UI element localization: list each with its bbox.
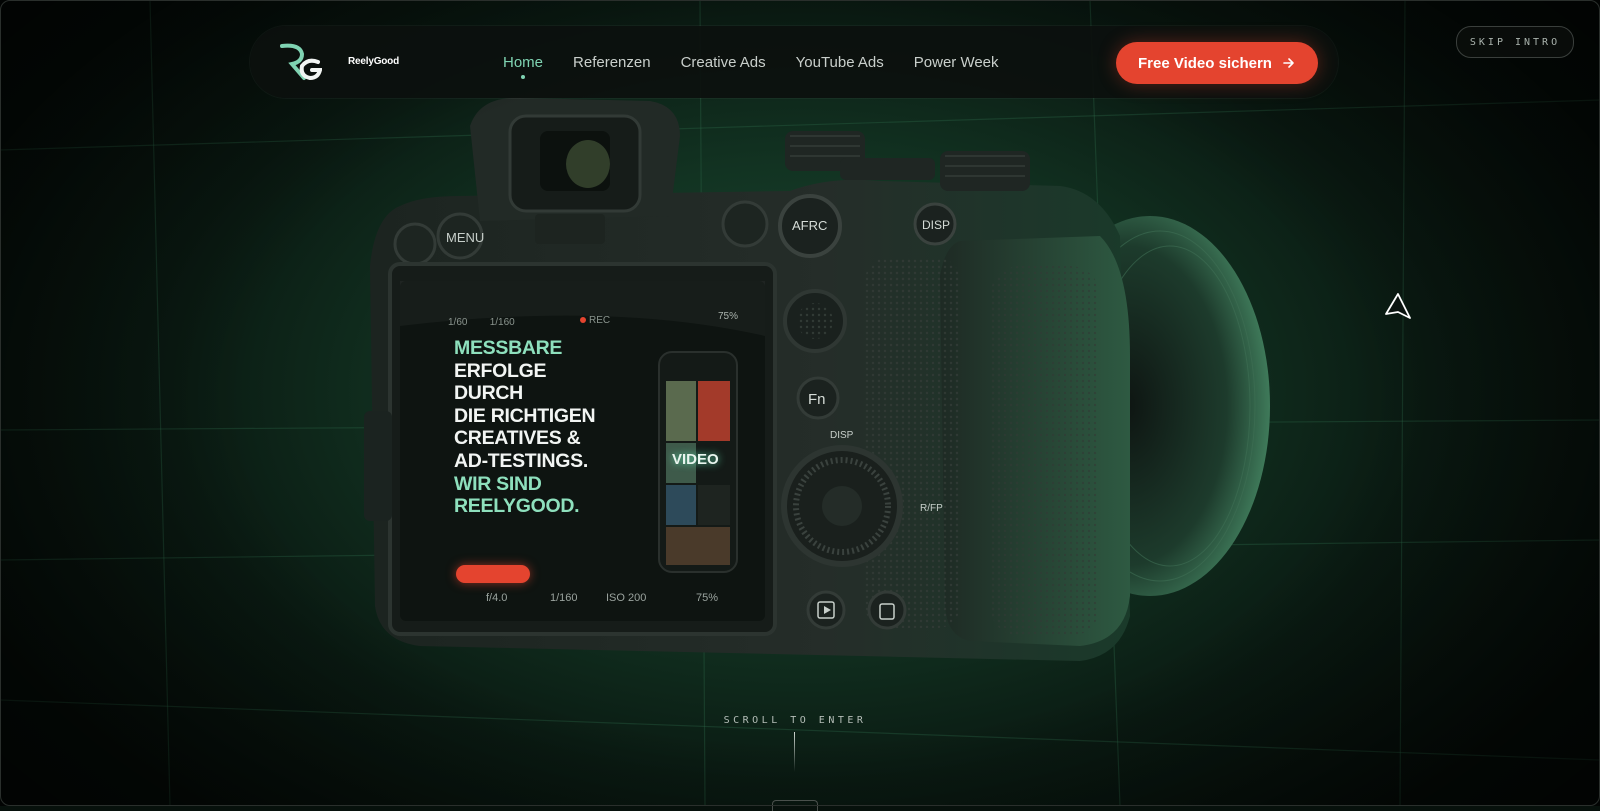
top-navigation: ReelyGood Home Referenzen Creative Ads Y… xyxy=(250,26,1338,98)
active-indicator-dot xyxy=(521,75,525,79)
skip-intro-button[interactable]: SKIP INTRO xyxy=(1456,26,1574,58)
brand-name-part2: Good xyxy=(373,56,400,67)
brand-name[interactable]: ReelyGood xyxy=(348,56,399,67)
rec-indicator: REC xyxy=(580,315,610,326)
nav-item-youtube-ads[interactable]: YouTube Ads xyxy=(796,54,884,71)
scroll-label: SCROLL TO ENTER xyxy=(723,715,867,726)
headline-line: ERFOLGE xyxy=(454,359,547,382)
brand-logo-icon[interactable] xyxy=(278,42,322,82)
nav-item-referenzen[interactable]: Referenzen xyxy=(573,54,651,71)
disp-top-label: DISP xyxy=(922,218,950,232)
headline-line: REELYGOOD. xyxy=(454,495,580,518)
stat-battery: 75% xyxy=(696,592,719,604)
nav-item-label: Power Week xyxy=(913,54,999,71)
headline-line: AD-TESTINGS. xyxy=(454,449,588,472)
free-video-button[interactable]: Free Video sichern xyxy=(1116,42,1318,84)
rfp-label: R/FP xyxy=(920,503,943,514)
headline-line: MESSBARE xyxy=(454,337,563,359)
phone-mockup: VIDEO xyxy=(658,351,738,573)
hero-stage: MENU AFRC DISP Fn DISP R/FP 1/60 1/160 R… xyxy=(0,0,1600,806)
screen-top-left: 1/60 xyxy=(448,317,468,328)
screen-shutter: 1/160 xyxy=(489,317,515,328)
screen-headline: MESSBARE ERFOLGE DURCH DIE RICHTIGEN CRE… xyxy=(454,337,654,518)
screen-top-readout: 1/60 1/160 xyxy=(448,317,515,328)
camera-rear-screen: 1/60 1/160 REC 75% MESSBARE ERFOLGE DURC… xyxy=(400,293,770,623)
screen-bottom-stats: f/4.0 1/160 ISO 200 75% xyxy=(486,592,736,604)
screen-mini-cta xyxy=(456,565,530,583)
arrow-right-icon xyxy=(1283,58,1294,68)
rec-dot-icon xyxy=(580,317,586,323)
headline-line: DURCH xyxy=(454,382,523,405)
nav-item-label: Referenzen xyxy=(573,54,651,71)
rec-label: REC xyxy=(589,315,611,326)
nav-item-label: Creative Ads xyxy=(680,54,766,71)
battery-indicator: 75% xyxy=(718,311,739,322)
menu-button-label: MENU xyxy=(446,230,484,245)
afrc-button-label: AFRC xyxy=(792,218,827,233)
scroll-indicator-line xyxy=(794,732,795,772)
pointer-cursor-icon xyxy=(1385,293,1411,319)
nav-item-power-week[interactable]: Power Week xyxy=(914,54,999,71)
fn-button-label: Fn xyxy=(808,391,826,408)
stat-shutter: 1/160 xyxy=(550,592,578,604)
nav-item-label: Home xyxy=(503,54,544,71)
headline-line: WIR SIND xyxy=(454,472,542,495)
disp-dial-label: DISP xyxy=(830,430,854,441)
stat-iso: ISO 200 xyxy=(606,592,647,604)
skip-intro-label: SKIP INTRO xyxy=(1469,36,1561,48)
main-menu: Home Referenzen Creative Ads YouTube Ads… xyxy=(503,54,999,79)
stat-aperture: f/4.0 xyxy=(486,592,508,604)
headline-line: CREATIVES & xyxy=(454,427,581,450)
phone-video-label: VIDEO xyxy=(672,451,719,468)
cta-label: Free Video sichern xyxy=(1138,54,1272,72)
nav-item-creative-ads[interactable]: Creative Ads xyxy=(681,54,766,71)
scroll-to-enter[interactable]: SCROLL TO ENTER xyxy=(700,710,890,772)
nav-item-home[interactable]: Home xyxy=(503,54,544,79)
brand-name-part1: Reely xyxy=(348,56,374,67)
nav-item-label: YouTube Ads xyxy=(795,54,884,71)
headline-line: DIE RICHTIGEN xyxy=(454,404,596,427)
